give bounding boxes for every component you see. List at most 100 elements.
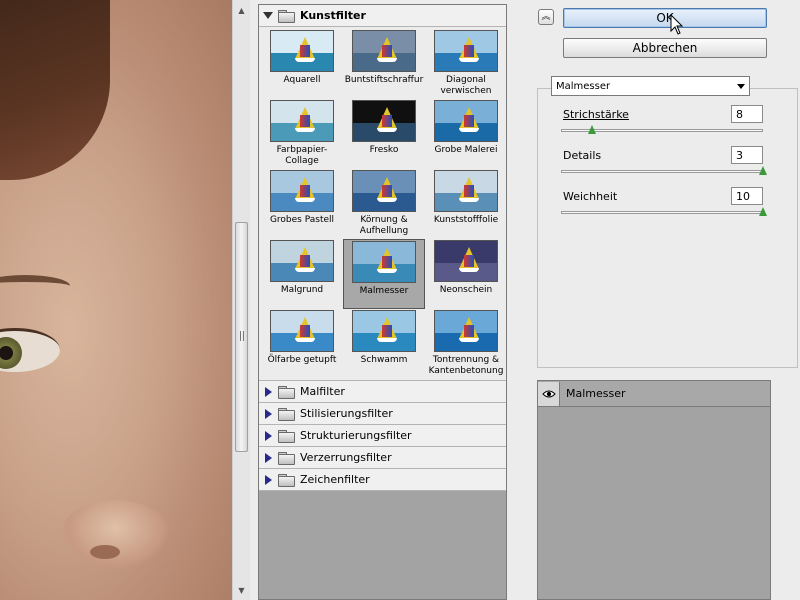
thumbnail-sail-stripes: [464, 325, 474, 337]
param-value-input[interactable]: 8: [731, 105, 763, 123]
filter-thumbnail-image: [434, 100, 498, 142]
preview-scroll-thumb[interactable]: [235, 222, 248, 452]
collapse-gallery-button[interactable]: ︽: [538, 9, 554, 25]
thumbnail-sail-stripes: [382, 325, 392, 337]
thumbnail-hull: [459, 58, 479, 62]
thumbnail-hull: [377, 58, 397, 62]
filter-thumbnail-label: Grobes Pastell: [269, 215, 335, 225]
folder-icon: [278, 429, 295, 443]
filter-thumbnail-label: Ölfarbe getupft: [267, 355, 337, 365]
thumbnail-sail-stripes: [300, 325, 310, 337]
filter-thumbnail-image: [270, 310, 334, 352]
triangle-right-icon: [265, 452, 272, 463]
filter-thumbnail-image: [352, 30, 416, 72]
eye-icon[interactable]: [538, 381, 560, 406]
filter-thumbnail-label: Grobe Malerei: [434, 145, 498, 155]
folder-icon: [278, 451, 295, 465]
triangle-right-icon: [265, 408, 272, 419]
thumbnail-hull: [377, 198, 397, 202]
thumbnail-hull: [377, 338, 397, 342]
param-slider-knob[interactable]: [759, 207, 767, 216]
filter-thumbnail[interactable]: Fresko: [343, 99, 425, 169]
preview-eyebrow: [0, 275, 70, 297]
param-value-input[interactable]: 3: [731, 146, 763, 164]
filter-select-value: Malmesser: [556, 80, 611, 92]
scroll-down-arrow-icon[interactable]: ▼: [233, 582, 250, 599]
param-label: Weichheit: [563, 190, 618, 203]
filter-thumbnail-image: [352, 170, 416, 212]
filter-thumbnails: Aquarell Buntstiftschraffur Diagonal verwi…: [259, 27, 506, 381]
effect-layers-panel: Malmesser: [537, 380, 771, 600]
filter-thumbnail-image: [270, 100, 334, 142]
filter-thumbnail-label: Aquarell: [283, 75, 321, 85]
thumbnail-hull: [377, 269, 397, 273]
thumbnail-sail-stripes: [300, 115, 310, 127]
filter-thumbnail[interactable]: Buntstiftschraffur: [343, 29, 425, 99]
filter-thumbnail-image: [270, 170, 334, 212]
effect-layer-row[interactable]: Malmesser: [538, 381, 770, 407]
category-header[interactable]: Strukturierungsfilter: [259, 425, 506, 447]
thumbnail-hull: [459, 338, 479, 342]
category-title: Verzerrungsfilter: [300, 451, 392, 464]
image-preview[interactable]: [0, 0, 232, 600]
category-header[interactable]: Verzerrungsfilter: [259, 447, 506, 469]
cancel-button[interactable]: Abbrechen: [563, 38, 767, 58]
filter-thumbnail[interactable]: Kunststofffolie: [425, 169, 507, 239]
filter-thumbnail[interactable]: Grobe Malerei: [425, 99, 507, 169]
triangle-right-icon: [265, 474, 272, 485]
filter-thumbnail-image: [434, 310, 498, 352]
category-header[interactable]: Zeichenfilter: [259, 469, 506, 491]
preview-eye: [0, 328, 60, 372]
filter-thumbnail[interactable]: Körnung & Aufhellung: [343, 169, 425, 239]
param-value-input[interactable]: 10: [731, 187, 763, 205]
filter-thumbnail-label: Malgrund: [280, 285, 324, 295]
cancel-label: Abbrechen: [632, 41, 698, 55]
preview-nose: [60, 500, 170, 570]
filter-thumbnail-label: Diagonal verwischen: [440, 75, 492, 96]
filter-thumbnail[interactable]: Malgrund: [261, 239, 343, 309]
param-label: Details: [563, 149, 602, 162]
filter-thumbnail[interactable]: Aquarell: [261, 29, 343, 99]
folder-icon: [278, 9, 295, 23]
filter-select[interactable]: Malmesser: [551, 76, 750, 96]
filter-thumbnail[interactable]: Tontrennung & Kantenbetonung: [425, 309, 507, 379]
filter-thumbnail-image: [352, 310, 416, 352]
thumbnail-sail-stripes: [382, 185, 392, 197]
filter-thumbnail[interactable]: Malmesser: [343, 239, 425, 309]
filter-thumbnail[interactable]: Diagonal verwischen: [425, 29, 507, 99]
layers-scroll-area[interactable]: [771, 380, 798, 600]
preview-scrollbar[interactable]: ▲ ▼: [232, 0, 250, 600]
thumbnail-sail-stripes: [300, 185, 310, 197]
scroll-up-arrow-icon[interactable]: ▲: [233, 2, 250, 19]
filter-thumbnail[interactable]: Schwamm: [343, 309, 425, 379]
filter-thumbnail[interactable]: Farbpapier-Collage: [261, 99, 343, 169]
thumbnail-hull: [459, 128, 479, 132]
thumbnail-sail-stripes: [382, 115, 392, 127]
category-title: Zeichenfilter: [300, 473, 370, 486]
param-slider-track[interactable]: [561, 211, 763, 214]
filter-thumbnail[interactable]: Ölfarbe getupft: [261, 309, 343, 379]
filter-thumbnail-label: Schwamm: [360, 355, 408, 365]
category-title: Stilisierungsfilter: [300, 407, 393, 420]
category-header[interactable]: Malfilter: [259, 381, 506, 403]
param-slider-knob[interactable]: [588, 125, 596, 134]
filter-thumbnail-label: Buntstiftschraffur: [344, 75, 424, 85]
thumbnail-hull: [377, 128, 397, 132]
filter-thumbnail[interactable]: Grobes Pastell: [261, 169, 343, 239]
category-header[interactable]: Stilisierungsfilter: [259, 403, 506, 425]
filter-thumbnail-label: Fresko: [369, 145, 399, 155]
filter-thumbnail-image: [434, 240, 498, 282]
ok-button[interactable]: OK: [563, 8, 767, 28]
thumbnail-sail-stripes: [464, 255, 474, 267]
thumbnail-sail-stripes: [300, 255, 310, 267]
filter-thumbnail-label: Kunststofffolie: [433, 215, 499, 225]
filter-thumbnail-label: Malmesser: [359, 286, 409, 296]
thumbnail-sail-stripes: [464, 45, 474, 57]
thumbnail-sail-stripes: [382, 45, 392, 57]
category-header-kunstfilter[interactable]: Kunstfilter: [259, 5, 506, 27]
filter-thumbnail-label: Körnung & Aufhellung: [359, 215, 409, 236]
param-slider-track[interactable]: [561, 170, 763, 173]
param-slider-knob[interactable]: [759, 166, 767, 175]
filter-thumbnail[interactable]: Neonschein: [425, 239, 507, 309]
filter-thumbnail-label: Neonschein: [439, 285, 493, 295]
